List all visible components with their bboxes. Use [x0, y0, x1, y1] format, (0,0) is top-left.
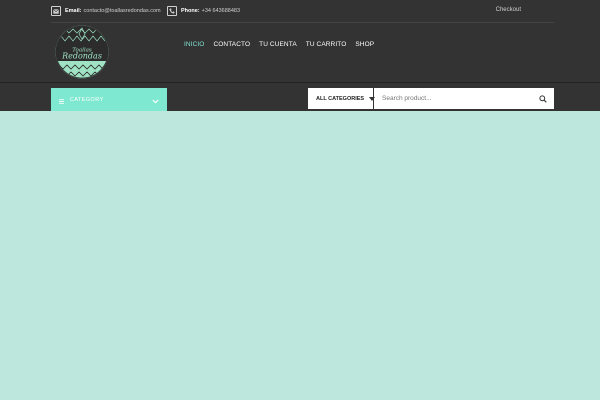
envelope-icon: [51, 6, 61, 16]
email-contact[interactable]: Email: contacto@toallasredondas.com: [51, 5, 161, 17]
phone-label: Phone:: [181, 8, 200, 14]
logo-line2: Redondas: [61, 52, 102, 61]
phone-contact[interactable]: Phone: +34 643688483: [167, 5, 240, 17]
phone-value[interactable]: +34 643688483: [202, 8, 240, 14]
search-category-select[interactable]: ALL CATEGORIES: [308, 88, 376, 109]
checkout-link[interactable]: Checkout: [496, 7, 521, 13]
search-input[interactable]: [374, 88, 532, 109]
nav-item-inicio[interactable]: INICIO: [184, 41, 204, 48]
logo-mandala-icon: Toallas Redondas: [55, 25, 109, 79]
search-category-value: ALL CATEGORIES: [316, 95, 365, 102]
phone-icon: [167, 6, 177, 16]
nav-item-tu-carrito[interactable]: TU CARRITO: [306, 41, 347, 48]
site-header: Email: contacto@toallasredondas.com Phon…: [0, 0, 600, 111]
product-search: ALL CATEGORIES: [308, 88, 554, 109]
nav-item-contacto[interactable]: CONTACTO: [213, 41, 250, 48]
email-label: Email:: [65, 8, 82, 14]
nav-item-shop[interactable]: SHOP: [355, 41, 374, 48]
main-nav: INICIO CONTACTO TU CUENTA TU CARRITO SHO…: [184, 41, 383, 48]
nav-item-tu-cuenta[interactable]: TU CUENTA: [259, 41, 297, 48]
page-content-area: [0, 111, 600, 400]
search-button[interactable]: [532, 88, 554, 109]
category-menu-toggle[interactable]: CATEGORY: [51, 88, 167, 111]
category-label: CATEGORY: [70, 96, 104, 103]
search-icon: [539, 94, 547, 103]
menu-icon: [59, 91, 64, 109]
site-logo[interactable]: Toallas Redondas: [55, 25, 109, 79]
chevron-down-icon: [152, 91, 159, 109]
top-bar: Email: contacto@toallasredondas.com Phon…: [51, 0, 554, 23]
email-value[interactable]: contacto@toallasredondas.com: [84, 8, 161, 14]
header-divider: [0, 82, 600, 83]
